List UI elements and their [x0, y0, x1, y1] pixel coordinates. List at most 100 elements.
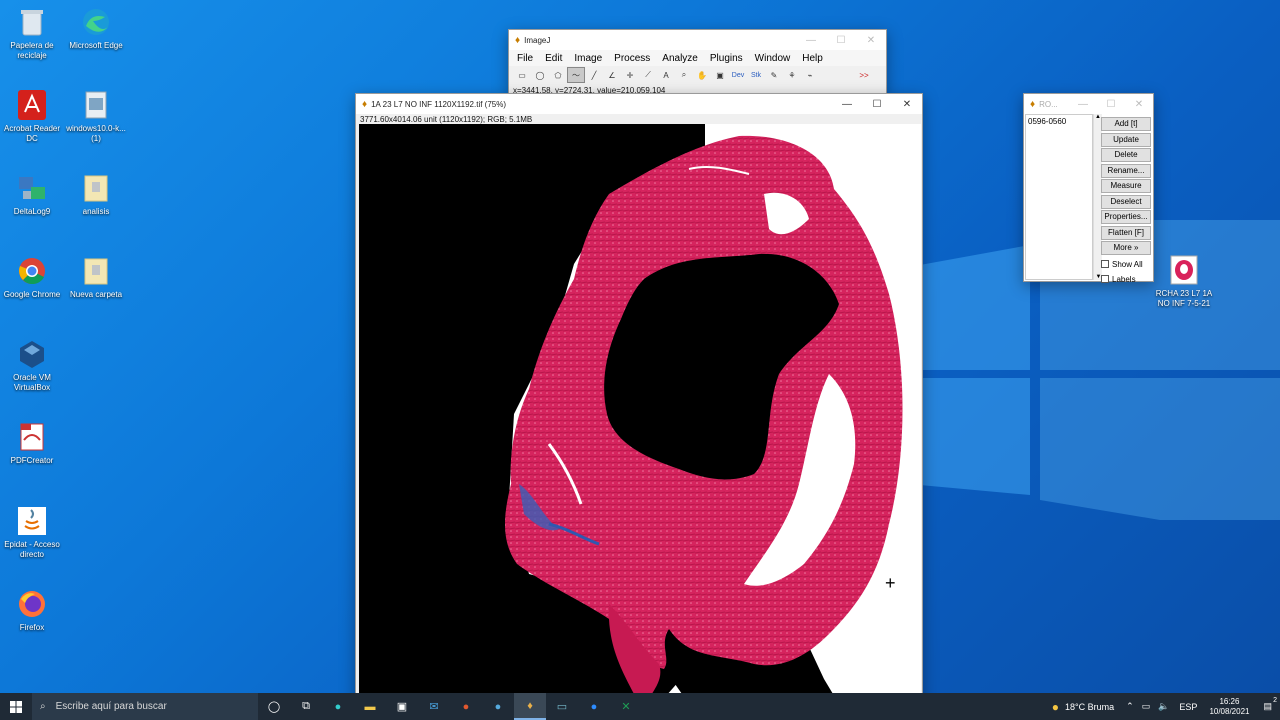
- roi-list-item[interactable]: 0596-0560: [1028, 117, 1090, 126]
- point-tool-icon[interactable]: ✛: [621, 67, 639, 83]
- properties-button[interactable]: Properties...: [1101, 210, 1151, 224]
- minimize-icon[interactable]: —: [796, 29, 826, 51]
- flatten-button[interactable]: Flatten [F]: [1101, 225, 1151, 240]
- chrome-taskbar-icon[interactable]: ●: [482, 693, 514, 720]
- taskbar-search-box[interactable]: ⌕ Escribe aquí para buscar: [32, 693, 258, 720]
- roi-manager-window: ♦ RO... — ☐ ✕ 0596-0560 ▲ ▼ Add [t] Upda…: [1023, 93, 1154, 284]
- checkbox-box[interactable]: [1101, 275, 1109, 283]
- zoom-icon[interactable]: ●: [578, 693, 610, 720]
- rectangle-tool-icon[interactable]: ▭: [513, 67, 531, 83]
- chrome-icon: [16, 255, 48, 287]
- clock-time: 16:26: [1219, 696, 1240, 706]
- imagej-app-icon: ♦: [515, 34, 521, 46]
- roi-button-panel: Add [t] Update Delete Rename... Measure …: [1101, 116, 1153, 287]
- text-tool-icon[interactable]: A: [657, 67, 675, 83]
- menu-file[interactable]: File: [511, 53, 539, 64]
- roi-list[interactable]: 0596-0560: [1025, 114, 1093, 280]
- labels-checkbox[interactable]: Labels: [1101, 272, 1153, 287]
- maximize-icon[interactable]: ☐: [1097, 93, 1125, 115]
- imagej-main-window: ♦ ImageJ — ☐ ✕ File Edit Image Process A…: [508, 29, 887, 98]
- flood-fill-tool-icon[interactable]: ⌁: [801, 67, 819, 83]
- checkbox-box[interactable]: [1101, 260, 1109, 268]
- menu-plugins[interactable]: Plugins: [704, 53, 749, 64]
- excel-icon[interactable]: ✕: [610, 693, 642, 720]
- imagej-taskbar-icon[interactable]: ♦: [514, 693, 546, 720]
- taskbar: ⌕ Escribe aquí para buscar ◯ ⧉ ● ▬ ▣ ✉ ●…: [0, 693, 1280, 720]
- clock[interactable]: 16:26 10/08/2021: [1203, 697, 1255, 717]
- close-icon[interactable]: ✕: [1125, 93, 1153, 115]
- desktop-icon-firefox[interactable]: Firefox: [0, 588, 64, 633]
- desktop-icon-label: analisis: [82, 207, 110, 216]
- color-picker-tool-icon[interactable]: ▣: [711, 67, 729, 83]
- mail-icon[interactable]: ✉: [418, 693, 450, 720]
- desktop-icon-recycle-bin[interactable]: Papelera de reciclaje: [0, 6, 64, 61]
- minimize-icon[interactable]: —: [832, 93, 862, 115]
- notifications-icon[interactable]: ▤ 2: [1255, 697, 1280, 712]
- desktop-icon-deltalog[interactable]: DeltaLog9: [0, 172, 64, 217]
- weather-widget[interactable]: ● 18°C Bruma: [1052, 700, 1122, 714]
- maximize-icon[interactable]: ☐: [826, 29, 856, 51]
- taskbar-edge-icon[interactable]: ●: [322, 693, 354, 720]
- menu-window[interactable]: Window: [749, 53, 797, 64]
- more-tools-icon[interactable]: >>: [855, 67, 873, 83]
- tray-chevron-icon[interactable]: ⌃: [1122, 701, 1138, 712]
- volume-icon[interactable]: 🔈: [1154, 701, 1173, 712]
- powerpoint-icon[interactable]: ●: [450, 693, 482, 720]
- desktop-icon-epidat[interactable]: Epidat - Acceso directo: [0, 505, 64, 560]
- desktop-icon-label: Oracle VM VirtualBox: [13, 373, 51, 392]
- menu-edit[interactable]: Edit: [539, 53, 568, 64]
- more-button[interactable]: More »: [1101, 241, 1151, 255]
- brush-tool-icon[interactable]: ⚘: [783, 67, 801, 83]
- roi-title-bar[interactable]: ♦ RO... — ☐ ✕: [1024, 94, 1153, 114]
- desktop-icon-chrome[interactable]: Google Chrome: [0, 255, 64, 300]
- maximize-icon[interactable]: ☐: [862, 93, 892, 115]
- image-title-bar[interactable]: ♦ 1A 23 L7 NO INF 1120X1192.tif (75%) — …: [356, 94, 922, 114]
- minimize-icon[interactable]: —: [1069, 93, 1097, 115]
- cortana-icon[interactable]: ◯: [258, 693, 290, 720]
- rename-button[interactable]: Rename...: [1101, 163, 1151, 178]
- oval-tool-icon[interactable]: ◯: [531, 67, 549, 83]
- developer-menu-tool[interactable]: Dev: [729, 67, 747, 83]
- freehand-tool-icon[interactable]: 〜: [567, 67, 585, 83]
- desktop-icon-analisis[interactable]: analisis: [64, 172, 128, 217]
- desktop-icon-pdfcreator[interactable]: PDFCreator: [0, 421, 64, 466]
- start-button[interactable]: [0, 693, 32, 720]
- desktop-icon-nueva-carpeta[interactable]: Nueva carpeta: [64, 255, 128, 300]
- stack-menu-tool[interactable]: Stk: [747, 67, 765, 83]
- pencil-tool-icon[interactable]: ✎: [765, 67, 783, 83]
- java-icon: [16, 505, 48, 537]
- desktop-icon-installer[interactable]: windows10.0-k...(1): [64, 89, 128, 144]
- close-icon[interactable]: ✕: [892, 93, 922, 115]
- file-explorer-icon[interactable]: ▬: [354, 693, 386, 720]
- measure-button[interactable]: Measure: [1101, 179, 1151, 193]
- desktop-icon-rcha-tif[interactable]: RCHA 23 L7 1A NO INF 7-5-21: [1152, 254, 1216, 309]
- desktop-icon-edge[interactable]: Microsoft Edge: [64, 6, 128, 51]
- show-all-checkbox[interactable]: Show All: [1101, 257, 1153, 272]
- network-icon[interactable]: ▭: [1138, 701, 1155, 712]
- store-icon[interactable]: ▣: [386, 693, 418, 720]
- update-button[interactable]: Update: [1101, 132, 1151, 147]
- menu-process[interactable]: Process: [608, 53, 656, 64]
- polygon-tool-icon[interactable]: ⬠: [549, 67, 567, 83]
- desktop-icon-acrobat[interactable]: Acrobat Reader DC: [0, 89, 64, 144]
- checkbox-label: Show All: [1112, 259, 1143, 269]
- empty-tool-slot: [819, 67, 837, 83]
- add-button[interactable]: Add [t]: [1101, 117, 1151, 131]
- magnifier-tool-icon[interactable]: ⌕: [675, 67, 693, 83]
- angle-tool-icon[interactable]: ∠: [603, 67, 621, 83]
- task-view-icon[interactable]: ⧉: [290, 693, 322, 720]
- menu-analyze[interactable]: Analyze: [656, 53, 704, 64]
- wand-tool-icon[interactable]: ⟋: [639, 67, 657, 83]
- menu-image[interactable]: Image: [568, 53, 608, 64]
- close-icon[interactable]: ✕: [856, 29, 886, 51]
- delete-button[interactable]: Delete: [1101, 148, 1151, 162]
- imagej-title-bar[interactable]: ♦ ImageJ — ☐ ✕: [509, 30, 886, 50]
- menu-help[interactable]: Help: [796, 53, 829, 64]
- line-tool-icon[interactable]: ╱: [585, 67, 603, 83]
- remote-desktop-icon[interactable]: ▭: [546, 693, 578, 720]
- image-canvas[interactable]: +: [359, 124, 921, 693]
- language-indicator[interactable]: ESP: [1173, 702, 1203, 712]
- deselect-button[interactable]: Deselect: [1101, 194, 1151, 209]
- hand-tool-icon[interactable]: ✋: [693, 67, 711, 83]
- desktop-icon-virtualbox[interactable]: Oracle VM VirtualBox: [0, 338, 64, 393]
